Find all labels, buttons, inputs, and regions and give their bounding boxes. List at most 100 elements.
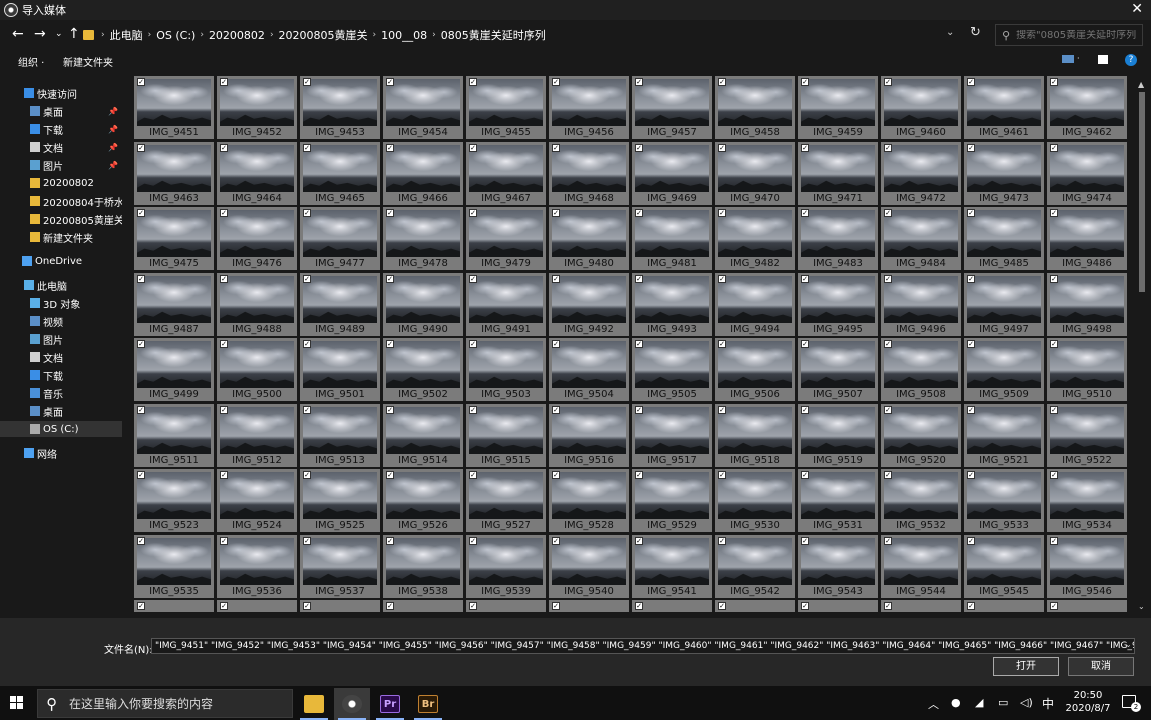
file-thumbnail[interactable]: ✓ IMG_9456	[549, 76, 629, 139]
checkbox[interactable]: ✓	[635, 537, 643, 545]
file-thumbnail[interactable]: ✓ IMG_9517	[632, 404, 712, 467]
file-thumbnail[interactable]: ✓ IMG_9457	[632, 76, 712, 139]
sidebar-item-quick-4[interactable]: 20200802	[0, 175, 122, 191]
checkbox[interactable]: ✓	[1050, 602, 1058, 610]
file-thumbnail[interactable]: ✓ IMG_9537	[300, 535, 380, 598]
file-explorer-taskbar-icon[interactable]	[296, 688, 332, 720]
checkbox[interactable]: ✓	[552, 340, 560, 348]
battery-icon[interactable]: ▭	[998, 696, 1008, 709]
davinci-resolve-taskbar-icon[interactable]	[334, 688, 370, 720]
checkbox[interactable]: ✓	[718, 209, 726, 217]
checkbox[interactable]: ✓	[801, 78, 809, 86]
checkbox[interactable]: ✓	[137, 340, 145, 348]
checkbox[interactable]: ✓	[220, 340, 228, 348]
file-thumbnail[interactable]: ✓	[134, 600, 214, 612]
forward-arrow-icon[interactable]: →	[34, 26, 46, 42]
checkbox[interactable]: ✓	[469, 602, 477, 610]
file-thumbnail[interactable]: ✓ IMG_9470	[715, 142, 795, 205]
checkbox[interactable]: ✓	[386, 144, 394, 152]
checkbox[interactable]: ✓	[801, 144, 809, 152]
file-thumbnail[interactable]: ✓ IMG_9466	[383, 142, 463, 205]
file-thumbnail[interactable]: ✓	[1047, 600, 1127, 612]
checkbox[interactable]: ✓	[303, 275, 311, 283]
checkbox[interactable]: ✓	[469, 406, 477, 414]
preview-pane-icon[interactable]	[1098, 55, 1108, 64]
file-thumbnail[interactable]: ✓ IMG_9503	[466, 338, 546, 401]
file-thumbnail[interactable]: ✓	[466, 600, 546, 612]
checkbox[interactable]: ✓	[967, 537, 975, 545]
crumb-20200805[interactable]: 20200805黄崖关	[279, 27, 368, 43]
file-thumbnail[interactable]: ✓ IMG_9525	[300, 469, 380, 532]
file-thumbnail[interactable]: ✓ IMG_9513	[300, 404, 380, 467]
file-thumbnail[interactable]: ✓ IMG_9521	[964, 404, 1044, 467]
file-thumbnail[interactable]: ✓ IMG_9508	[881, 338, 961, 401]
search-input[interactable]	[1016, 29, 1137, 41]
checkbox[interactable]: ✓	[220, 78, 228, 86]
file-thumbnail[interactable]: ✓	[300, 600, 380, 612]
file-thumbnail[interactable]: ✓	[798, 600, 878, 612]
checkbox[interactable]: ✓	[801, 209, 809, 217]
checkbox[interactable]: ✓	[552, 406, 560, 414]
file-thumbnail[interactable]: ✓	[715, 600, 795, 612]
checkbox[interactable]: ✓	[137, 537, 145, 545]
file-thumbnail[interactable]: ✓ IMG_9487	[134, 273, 214, 336]
checkbox[interactable]: ✓	[635, 471, 643, 479]
file-thumbnail[interactable]: ✓ IMG_9464	[217, 142, 297, 205]
file-thumbnail[interactable]: ✓ IMG_9473	[964, 142, 1044, 205]
microphone-icon[interactable]: ●	[951, 696, 961, 709]
checkbox[interactable]: ✓	[967, 209, 975, 217]
checkbox[interactable]: ✓	[1050, 144, 1058, 152]
sidebar-item-pc-2[interactable]: 图片	[0, 331, 122, 347]
file-thumbnail[interactable]: ✓ IMG_9502	[383, 338, 463, 401]
filename-field[interactable]: "IMG_9451" "IMG_9452" "IMG_9453" "IMG_94…	[151, 638, 1135, 654]
checkbox[interactable]: ✓	[801, 275, 809, 283]
file-thumbnail[interactable]: ✓ IMG_9515	[466, 404, 546, 467]
file-thumbnail[interactable]: ✓	[383, 600, 463, 612]
file-thumbnail[interactable]: ✓ IMG_9492	[549, 273, 629, 336]
checkbox[interactable]: ✓	[635, 78, 643, 86]
back-arrow-icon[interactable]: ←	[12, 26, 24, 42]
checkbox[interactable]: ✓	[718, 537, 726, 545]
sidebar-item-pc-6[interactable]: 桌面	[0, 403, 122, 419]
file-thumbnail[interactable]: ✓ IMG_9532	[881, 469, 961, 532]
file-thumbnail[interactable]: ✓ IMG_9489	[300, 273, 380, 336]
file-thumbnail[interactable]: ✓ IMG_9480	[549, 207, 629, 270]
checkbox[interactable]: ✓	[220, 602, 228, 610]
checkbox[interactable]: ✓	[1050, 340, 1058, 348]
checkbox[interactable]: ✓	[303, 471, 311, 479]
checkbox[interactable]: ✓	[552, 144, 560, 152]
file-thumbnail[interactable]: ✓ IMG_9520	[881, 404, 961, 467]
file-thumbnail[interactable]: ✓ IMG_9491	[466, 273, 546, 336]
up-arrow-icon[interactable]: ↑	[68, 26, 80, 42]
file-thumbnail[interactable]: ✓ IMG_9472	[881, 142, 961, 205]
change-view-icon[interactable]	[1062, 55, 1074, 63]
checkbox[interactable]: ✓	[552, 78, 560, 86]
checkbox[interactable]: ✓	[137, 471, 145, 479]
file-thumbnail[interactable]: ✓ IMG_9498	[1047, 273, 1127, 336]
file-thumbnail[interactable]: ✓ IMG_9474	[1047, 142, 1127, 205]
checkbox[interactable]: ✓	[552, 209, 560, 217]
checkbox[interactable]: ✓	[386, 537, 394, 545]
file-thumbnail[interactable]: ✓ IMG_9534	[1047, 469, 1127, 532]
checkbox[interactable]: ✓	[386, 602, 394, 610]
sidebar-item-pc-5[interactable]: 音乐	[0, 385, 122, 401]
checkbox[interactable]: ✓	[635, 406, 643, 414]
file-thumbnail[interactable]: ✓ IMG_9458	[715, 76, 795, 139]
file-thumbnail[interactable]: ✓ IMG_9533	[964, 469, 1044, 532]
file-thumbnail[interactable]: ✓ IMG_9471	[798, 142, 878, 205]
file-thumbnail[interactable]: ✓ IMG_9477	[300, 207, 380, 270]
file-thumbnail[interactable]: ✓	[964, 600, 1044, 612]
checkbox[interactable]: ✓	[884, 602, 892, 610]
file-thumbnail[interactable]: ✓ IMG_9544	[881, 535, 961, 598]
checkbox[interactable]: ✓	[884, 537, 892, 545]
checkbox[interactable]: ✓	[801, 471, 809, 479]
checkbox[interactable]: ✓	[469, 209, 477, 217]
sidebar-item-quick-1[interactable]: 下载 📌	[0, 121, 122, 137]
help-icon[interactable]: ?	[1125, 54, 1137, 66]
file-thumbnail[interactable]: ✓ IMG_9539	[466, 535, 546, 598]
file-thumbnail[interactable]: ✓ IMG_9493	[632, 273, 712, 336]
file-thumbnail[interactable]: ✓ IMG_9542	[715, 535, 795, 598]
file-thumbnail[interactable]: ✓ IMG_9451	[134, 76, 214, 139]
file-thumbnail[interactable]: ✓ IMG_9459	[798, 76, 878, 139]
file-thumbnail[interactable]: ✓ IMG_9495	[798, 273, 878, 336]
